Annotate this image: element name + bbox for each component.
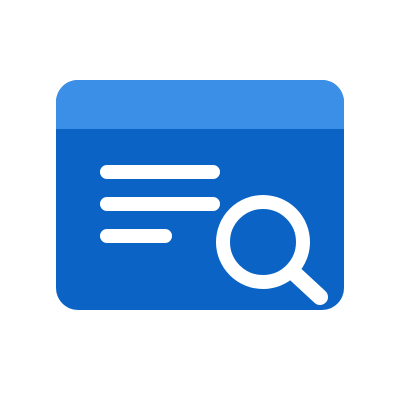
icon-canvas <box>0 0 400 400</box>
panel-header-bar <box>56 80 344 129</box>
document-search-icon <box>56 80 344 310</box>
